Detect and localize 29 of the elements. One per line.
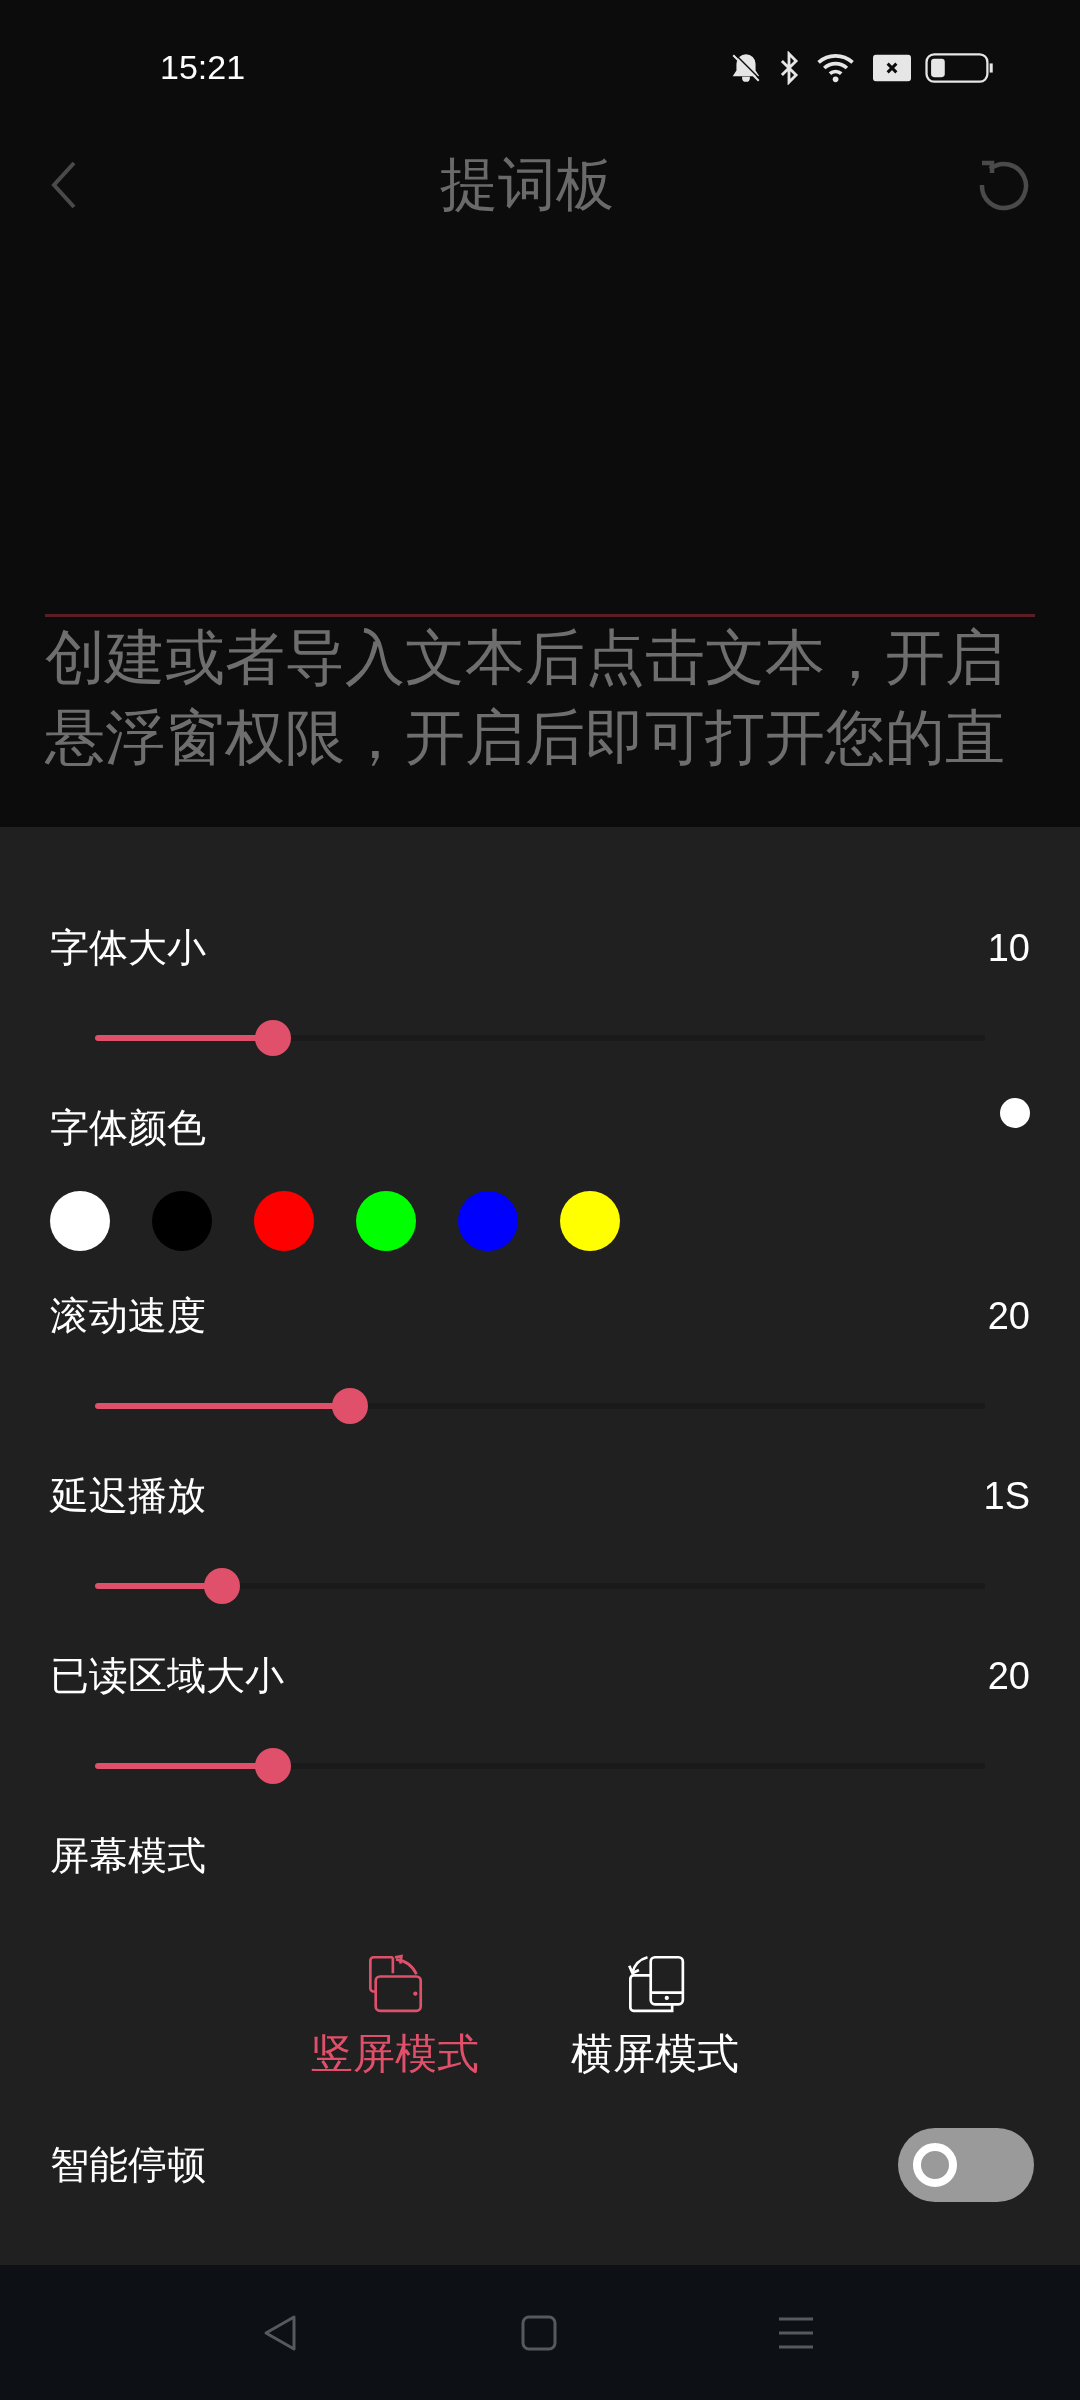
status-time: 15:21 [160,48,246,87]
battery-icon [925,51,995,84]
page-title: 提词板 [440,149,614,220]
setting-label: 智能停顿 [50,2140,206,2189]
setting-label: 屏幕模式 [50,1832,206,1880]
color-swatch[interactable] [458,1191,518,1251]
setting-value: 1S [983,1474,1030,1518]
mode-option[interactable]: 竖屏模式 [295,1954,495,2082]
setting-value: 20 [987,1294,1030,1338]
mode-option[interactable]: 横屏模式 [555,1954,755,2082]
setting-label: 字体颜色 [50,1104,206,1152]
color-swatch[interactable] [254,1191,314,1251]
setting-value: 20 [987,1654,1030,1698]
color-swatch[interactable] [50,1191,110,1251]
setting-value: 10 [987,926,1030,970]
home-icon[interactable] [520,2314,557,2351]
setting-label: 滚动速度 [50,1292,206,1340]
setting-label: 延迟播放 [50,1472,206,1520]
slider-thumb[interactable] [255,1020,291,1056]
color-swatch[interactable] [152,1191,212,1251]
color-swatch[interactable] [560,1191,620,1251]
color-swatch[interactable] [356,1191,416,1251]
sim-off-icon [873,52,911,83]
setting-label: 字体大小 [50,924,206,972]
slider-thumb[interactable] [255,1748,291,1784]
landscape-rotate-icon [625,1954,685,2014]
slider-thumb[interactable] [204,1568,241,1604]
setting-label: 已读区域大小 [50,1652,284,1700]
slider-thumb[interactable] [332,1388,369,1424]
